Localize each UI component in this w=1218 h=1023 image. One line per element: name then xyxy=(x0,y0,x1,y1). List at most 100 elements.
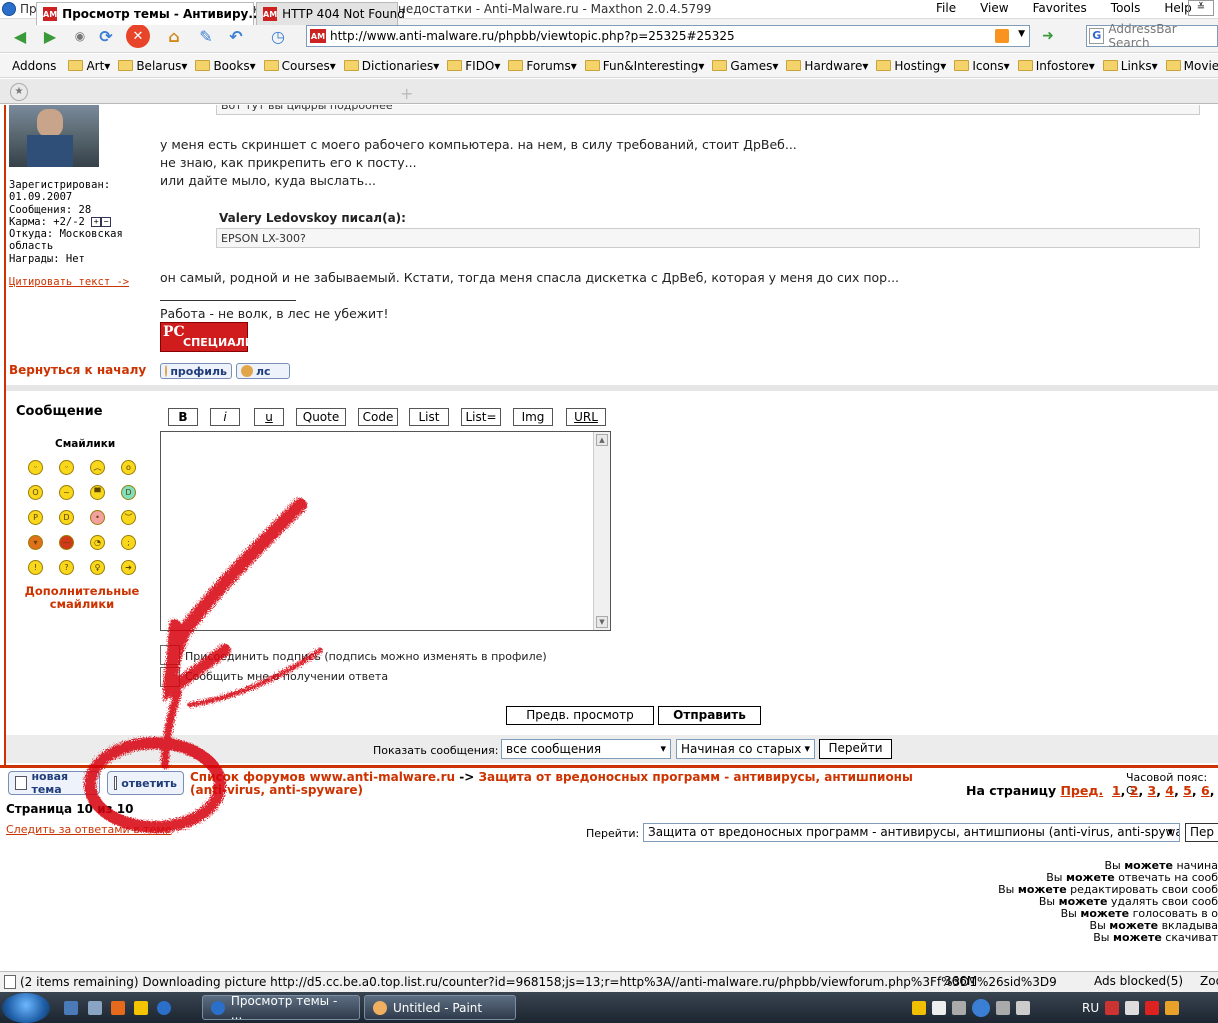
pm-button[interactable]: лс xyxy=(236,363,290,379)
italic-button[interactable]: i xyxy=(210,408,240,426)
profile-button[interactable]: профиль xyxy=(160,363,232,379)
chevron-down-icon[interactable]: ▼ xyxy=(1018,29,1025,39)
bookmark-folder[interactable]: Infostore ▾ xyxy=(1017,59,1095,73)
laugh-icon[interactable]: D xyxy=(121,485,136,500)
back-icon[interactable]: ◀ xyxy=(8,24,32,48)
star-icon[interactable]: ★ xyxy=(10,83,28,101)
scroll-up-icon[interactable]: ▲ xyxy=(596,434,608,446)
stop-icon[interactable] xyxy=(932,1001,946,1015)
notify-reply-checkbox[interactable] xyxy=(160,667,180,687)
jump-forum-select[interactable]: Защита от вредоносных программ - антивир… xyxy=(643,823,1180,842)
idea-icon[interactable]: ♀ xyxy=(90,560,105,575)
bookmark-folder[interactable]: Movies▾ xyxy=(1165,59,1218,73)
task-paint[interactable]: Untitled - Paint xyxy=(364,995,516,1020)
page-link[interactable]: 1 xyxy=(1112,783,1121,798)
pause-icon[interactable] xyxy=(972,999,990,1017)
menu-view[interactable]: View xyxy=(980,1,1008,15)
bookmark-folder[interactable]: Links ▾ xyxy=(1102,59,1158,73)
scroll-down-icon[interactable]: ▼ xyxy=(596,616,608,628)
media-icon[interactable] xyxy=(912,1001,926,1015)
refresh-icon[interactable]: ⟳ xyxy=(94,24,118,48)
desktop-icon[interactable] xyxy=(64,1001,78,1015)
sad-icon[interactable]: ︵ xyxy=(90,460,105,475)
menu-file[interactable]: File xyxy=(936,1,956,15)
bookmark-folder[interactable]: FIDO ▾ xyxy=(447,59,500,73)
arrow-icon[interactable]: ➜ xyxy=(121,560,136,575)
app-icon[interactable] xyxy=(111,1001,125,1015)
media-icon[interactable] xyxy=(134,1001,148,1015)
stop-icon[interactable]: ✕ xyxy=(126,24,150,48)
posts-filter-select[interactable]: все сообщения xyxy=(501,739,671,759)
preview-button[interactable]: Предв. просмотр xyxy=(506,706,654,725)
karma-minus-icon[interactable]: − xyxy=(101,216,112,227)
mad-icon[interactable]: — xyxy=(59,535,74,550)
prev-icon[interactable] xyxy=(952,1001,966,1015)
show-go-button[interactable]: Перейти xyxy=(819,739,892,759)
bookmark-folder[interactable]: Art ▾ xyxy=(68,59,110,73)
ordered-list-button[interactable]: List= xyxy=(461,408,501,426)
watch-topic-link[interactable]: Следить за ответами в теме xyxy=(6,823,171,836)
grin-icon[interactable]: D xyxy=(59,510,74,525)
tab-forum-topic[interactable]: AM Просмотр темы - Антивиру... ✕ xyxy=(36,2,280,25)
menu-tools[interactable]: Tools xyxy=(1111,1,1141,15)
tray-app-icon[interactable] xyxy=(1105,1001,1120,1015)
next-icon[interactable] xyxy=(996,1001,1010,1015)
breadcrumb-forum-index[interactable]: Список форумов www.anti-malware.ru xyxy=(190,770,455,784)
cite-link[interactable]: Цитировать текст -> xyxy=(9,276,129,288)
bookmark-folder[interactable]: Icons ▾ xyxy=(954,59,1010,73)
bold-button[interactable]: B xyxy=(168,408,198,426)
tray-app-icon[interactable] xyxy=(1145,1001,1160,1015)
bookmark-folder[interactable]: Games ▾ xyxy=(712,59,778,73)
posts-order-select[interactable]: Начиная со старых xyxy=(676,739,815,759)
menu-favorites[interactable]: Favorites xyxy=(1033,1,1087,15)
bookmark-folder[interactable]: Forums ▾ xyxy=(508,59,577,73)
page-link[interactable]: 6 xyxy=(1201,783,1210,798)
rss-icon[interactable] xyxy=(995,29,1009,43)
img-button[interactable]: Img xyxy=(513,408,553,426)
karma-plus-icon[interactable]: + xyxy=(91,216,102,227)
list-button[interactable]: List xyxy=(409,408,449,426)
surprised-icon[interactable]: o xyxy=(121,460,136,475)
bookmark-folder[interactable]: Hosting ▾ xyxy=(876,59,946,73)
message-textarea[interactable]: ▲ ▼ xyxy=(160,431,611,631)
explorer-icon[interactable] xyxy=(88,1001,102,1015)
page-link[interactable]: 2 xyxy=(1130,783,1139,798)
bookmark-folder[interactable]: Dictionaries ▾ xyxy=(343,59,439,73)
zoom-indicator[interactable]: Zoo xyxy=(1200,974,1218,988)
addons-button[interactable]: Addons xyxy=(12,59,56,73)
address-search[interactable]: G AddressBar Search xyxy=(1086,22,1218,50)
tab-404[interactable]: AM HTTP 404 Not Found xyxy=(256,2,405,25)
language-indicator[interactable]: RU xyxy=(1082,1001,1099,1015)
rolleyes-icon[interactable]: ◔ xyxy=(90,535,105,550)
task-browser[interactable]: Просмотр темы - ... xyxy=(202,994,360,1022)
go-icon[interactable]: ➜ xyxy=(1036,24,1060,48)
back-to-top-link[interactable]: Вернуться к началу xyxy=(9,363,146,377)
attach-signature-checkbox[interactable] xyxy=(160,645,180,665)
page-link[interactable]: 3 xyxy=(1148,783,1157,798)
maxthon-icon[interactable] xyxy=(157,1001,171,1015)
clock-icon[interactable]: ◷ xyxy=(266,24,290,48)
evil-icon[interactable]: ▾ xyxy=(28,535,43,550)
home-icon[interactable]: ⌂ xyxy=(162,24,186,48)
history-dropdown-icon[interactable]: ◉ xyxy=(68,24,92,48)
address-url[interactable]: http://www.anti-malware.ru/phpbb/viewtop… xyxy=(330,29,735,43)
submit-button[interactable]: Отправить xyxy=(658,706,761,725)
window-options-icon[interactable]: ≚ xyxy=(1188,0,1214,16)
forward-icon[interactable]: ▶ xyxy=(38,24,62,48)
ads-blocked-indicator[interactable]: Ads blocked(5) xyxy=(1094,974,1183,988)
exclamation-icon[interactable]: ! xyxy=(28,560,43,575)
google-icon[interactable]: G xyxy=(1089,28,1105,44)
url-button[interactable]: URL xyxy=(566,408,606,426)
prev-page-link[interactable]: Пред. xyxy=(1060,783,1103,798)
smile-icon[interactable]: ᵕ xyxy=(59,460,74,475)
bookmark-folder[interactable]: Belarus ▾ xyxy=(118,59,187,73)
cool-icon[interactable]: ▀ xyxy=(90,485,105,500)
new-topic-button[interactable]: новая тема xyxy=(8,770,100,796)
razz-icon[interactable]: P xyxy=(28,510,43,525)
bookmark-folder[interactable]: Hardware ▾ xyxy=(786,59,868,73)
undo-icon[interactable]: ↶ xyxy=(224,24,248,48)
embarrassed-icon[interactable]: • xyxy=(90,510,105,525)
magic-wand-icon[interactable]: ✎ xyxy=(194,24,218,48)
tray-app-icon[interactable] xyxy=(1125,1001,1140,1015)
more-smilies-link[interactable]: Дополнительные смайлики xyxy=(20,585,144,611)
